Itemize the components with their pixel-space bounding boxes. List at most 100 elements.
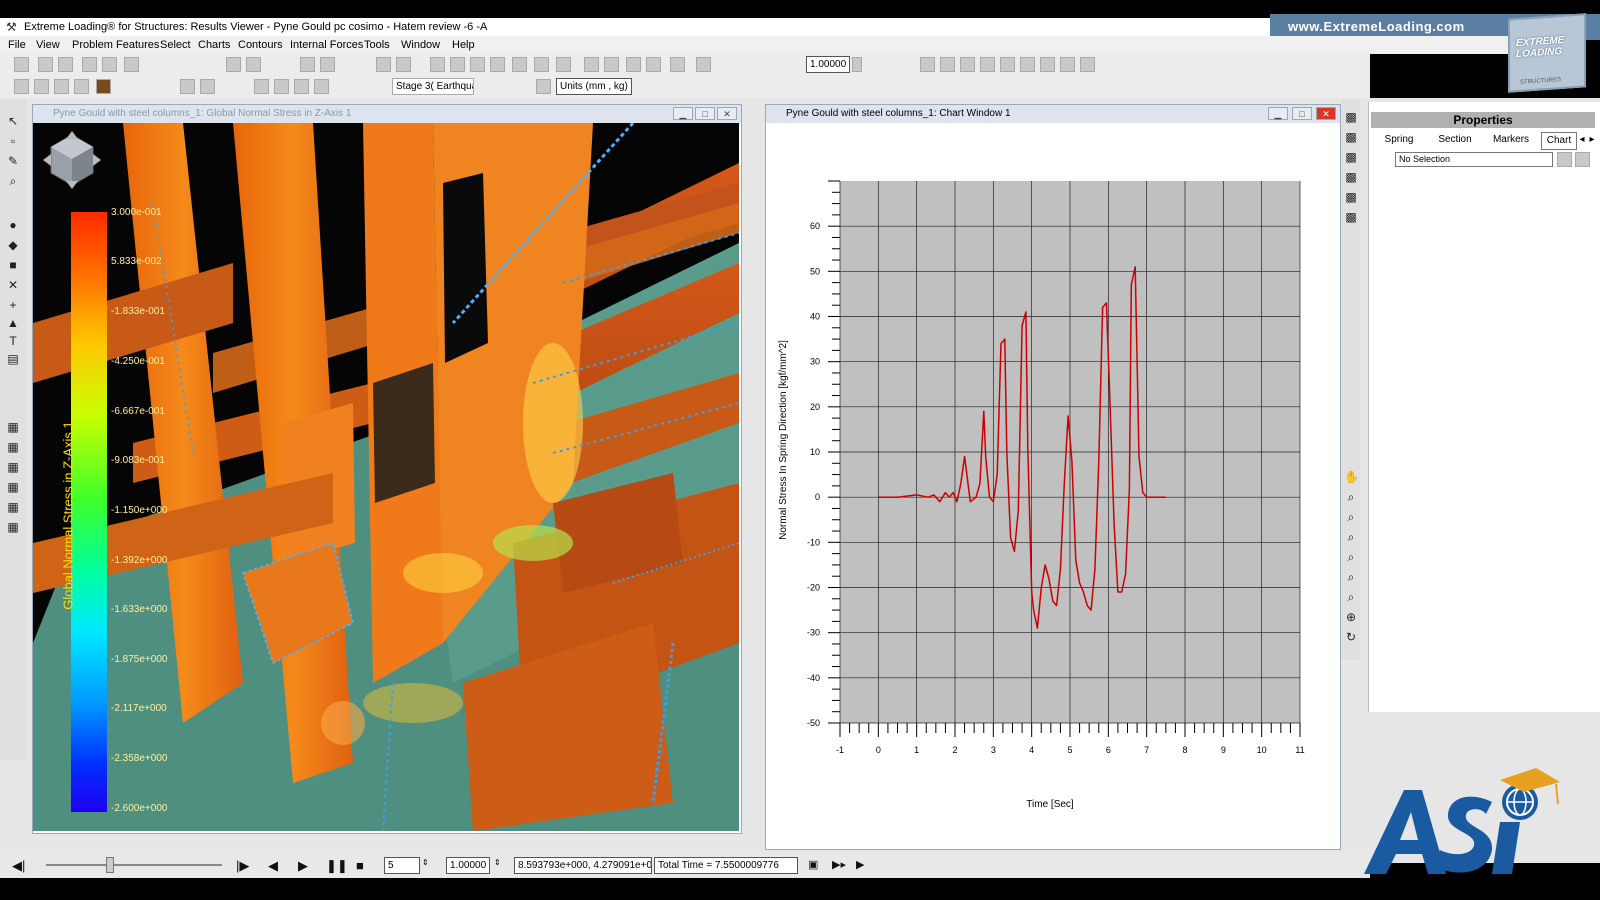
select-tool-icon[interactable] xyxy=(1557,152,1572,167)
tool-i-icon[interactable] xyxy=(294,79,309,94)
units-icon[interactable] xyxy=(536,79,551,94)
speed-input[interactable]: 1.00000 xyxy=(446,857,490,874)
menu-window[interactable]: Window xyxy=(401,39,440,51)
selection-dropdown[interactable]: No Selection xyxy=(1395,152,1553,167)
menu-contours[interactable]: Contours xyxy=(238,39,283,51)
layer2-icon[interactable]: ▦ xyxy=(6,440,20,454)
stage-select[interactable]: Stage 3( Earthquak xyxy=(392,78,474,95)
line-icon[interactable] xyxy=(512,57,527,72)
pause-icon[interactable]: ❚❚ xyxy=(326,858,348,874)
layer-icon[interactable]: ▦ xyxy=(6,420,20,434)
save-icon[interactable] xyxy=(38,57,53,72)
menu-file[interactable]: File xyxy=(8,39,26,51)
text-icon[interactable]: T xyxy=(6,334,20,348)
zoom-plus-icon[interactable]: ⊕ xyxy=(1344,610,1358,624)
zoom-all-icon[interactable]: ⌕ xyxy=(1344,570,1358,584)
frame-icon[interactable] xyxy=(490,57,505,72)
menu-help[interactable]: Help xyxy=(452,39,475,51)
tool-c-icon[interactable] xyxy=(54,79,69,94)
rewind-icon[interactable]: ◀| xyxy=(12,858,25,874)
screen-icon[interactable] xyxy=(58,57,73,72)
tool-j-icon[interactable] xyxy=(314,79,329,94)
play-icon[interactable]: ▶ xyxy=(298,858,308,874)
select-icon[interactable]: ▫ xyxy=(6,134,20,148)
minimize-button[interactable]: ▁ xyxy=(673,107,693,120)
image-icon[interactable]: ▤ xyxy=(6,352,20,366)
zoom-fit-icon[interactable]: ⌕ xyxy=(1344,550,1358,564)
tab-spring[interactable]: Spring xyxy=(1371,132,1427,148)
redo-icon[interactable] xyxy=(246,57,261,72)
model-icon[interactable] xyxy=(96,79,111,94)
maximize-button[interactable]: □ xyxy=(695,107,715,120)
square-icon[interactable]: ■ xyxy=(6,258,20,272)
zoom-window-icon[interactable]: ⌕ xyxy=(1344,530,1358,544)
print-icon[interactable] xyxy=(82,57,97,72)
hand-icon[interactable]: ✋ xyxy=(1344,470,1359,484)
cursor-icon[interactable] xyxy=(626,57,641,72)
chart-area[interactable]: -1 0 1 2 3 4 5 6 7 8 9 10 11 -50 -40 -30 -20 -10 0 10 20 30 40… xyxy=(766,123,1327,831)
diamond-icon[interactable]: ◆ xyxy=(6,238,20,252)
layer4-icon[interactable]: ▦ xyxy=(6,480,20,494)
cube-icon[interactable]: ▩ xyxy=(1344,150,1358,164)
cross-icon[interactable]: ✕ xyxy=(6,278,20,292)
cube5-icon[interactable] xyxy=(1020,57,1035,72)
tool-f-icon[interactable] xyxy=(200,79,215,94)
export-icon[interactable] xyxy=(696,57,711,72)
tab-next-icon[interactable]: ▸ xyxy=(1587,132,1597,148)
rotate-icon[interactable]: ↻ xyxy=(1344,630,1358,644)
cube-icon[interactable]: ▩ xyxy=(1344,170,1358,184)
cube-icon[interactable] xyxy=(940,57,955,72)
step-forward-icon[interactable]: |▶ xyxy=(236,858,249,874)
tab-prev-icon[interactable]: ◂ xyxy=(1577,132,1587,148)
view-icon[interactable] xyxy=(430,57,445,72)
triangle-icon[interactable]: ▲ xyxy=(6,316,20,330)
plus-icon[interactable]: + xyxy=(6,298,20,312)
timeline-handle[interactable] xyxy=(106,857,114,873)
prev-icon[interactable]: ◀ xyxy=(268,858,278,874)
menu-select[interactable]: Select xyxy=(160,39,191,51)
tab-section[interactable]: Section xyxy=(1427,132,1483,148)
maximize-button[interactable]: □ xyxy=(1292,107,1312,120)
tab-markers[interactable]: Markers xyxy=(1483,132,1539,148)
edit-icon[interactable]: ✎ xyxy=(6,154,20,168)
nav-cube[interactable] xyxy=(43,131,101,189)
arrow-icon[interactable] xyxy=(584,57,599,72)
close-button[interactable]: ✕ xyxy=(1316,107,1336,120)
menu-charts[interactable]: Charts xyxy=(198,39,230,51)
scale-input[interactable]: 1.00000 xyxy=(806,56,850,73)
settings-icon[interactable]: ▶ xyxy=(856,858,864,871)
node-icon[interactable]: ● xyxy=(6,218,20,232)
pin-icon[interactable] xyxy=(646,57,661,72)
record-icon[interactable]: ▣ xyxy=(808,858,818,871)
cube-icon[interactable]: ▩ xyxy=(1344,190,1358,204)
cube2-icon[interactable] xyxy=(960,57,975,72)
paint-icon[interactable] xyxy=(670,57,685,72)
copy-icon[interactable] xyxy=(376,57,391,72)
cube6-icon[interactable] xyxy=(1040,57,1055,72)
menu-tools[interactable]: Tools xyxy=(364,39,390,51)
zoom-out-icon[interactable]: ⌕ xyxy=(1344,510,1358,524)
layer5-icon[interactable]: ▦ xyxy=(6,500,20,514)
scale-spin-icon[interactable] xyxy=(852,57,862,72)
cube-icon[interactable]: ▩ xyxy=(1344,130,1358,144)
tool-h-icon[interactable] xyxy=(274,79,289,94)
menu-view[interactable]: View xyxy=(36,39,60,51)
tool-e-icon[interactable] xyxy=(180,79,195,94)
solid-icon[interactable] xyxy=(920,57,935,72)
close-button[interactable]: ✕ xyxy=(717,107,737,120)
units-select[interactable]: Units (mm , kg) xyxy=(556,78,632,95)
stop-icon[interactable] xyxy=(300,57,315,72)
zoom-in-icon[interactable]: ⌕ xyxy=(1344,490,1358,504)
tool-a-icon[interactable] xyxy=(14,79,29,94)
speed-spin-icon[interactable]: ⇕ xyxy=(494,858,501,867)
tool-g-icon[interactable] xyxy=(254,79,269,94)
pause-icon[interactable] xyxy=(320,57,335,72)
select-tool2-icon[interactable] xyxy=(1575,152,1590,167)
preview-icon[interactable] xyxy=(102,57,117,72)
help-icon[interactable] xyxy=(124,57,139,72)
view3-icon[interactable] xyxy=(470,57,485,72)
tool-b-icon[interactable] xyxy=(34,79,49,94)
stop-icon[interactable]: ■ xyxy=(356,858,364,873)
cube-icon[interactable]: ▩ xyxy=(1344,110,1358,124)
ruler-icon[interactable] xyxy=(604,57,619,72)
